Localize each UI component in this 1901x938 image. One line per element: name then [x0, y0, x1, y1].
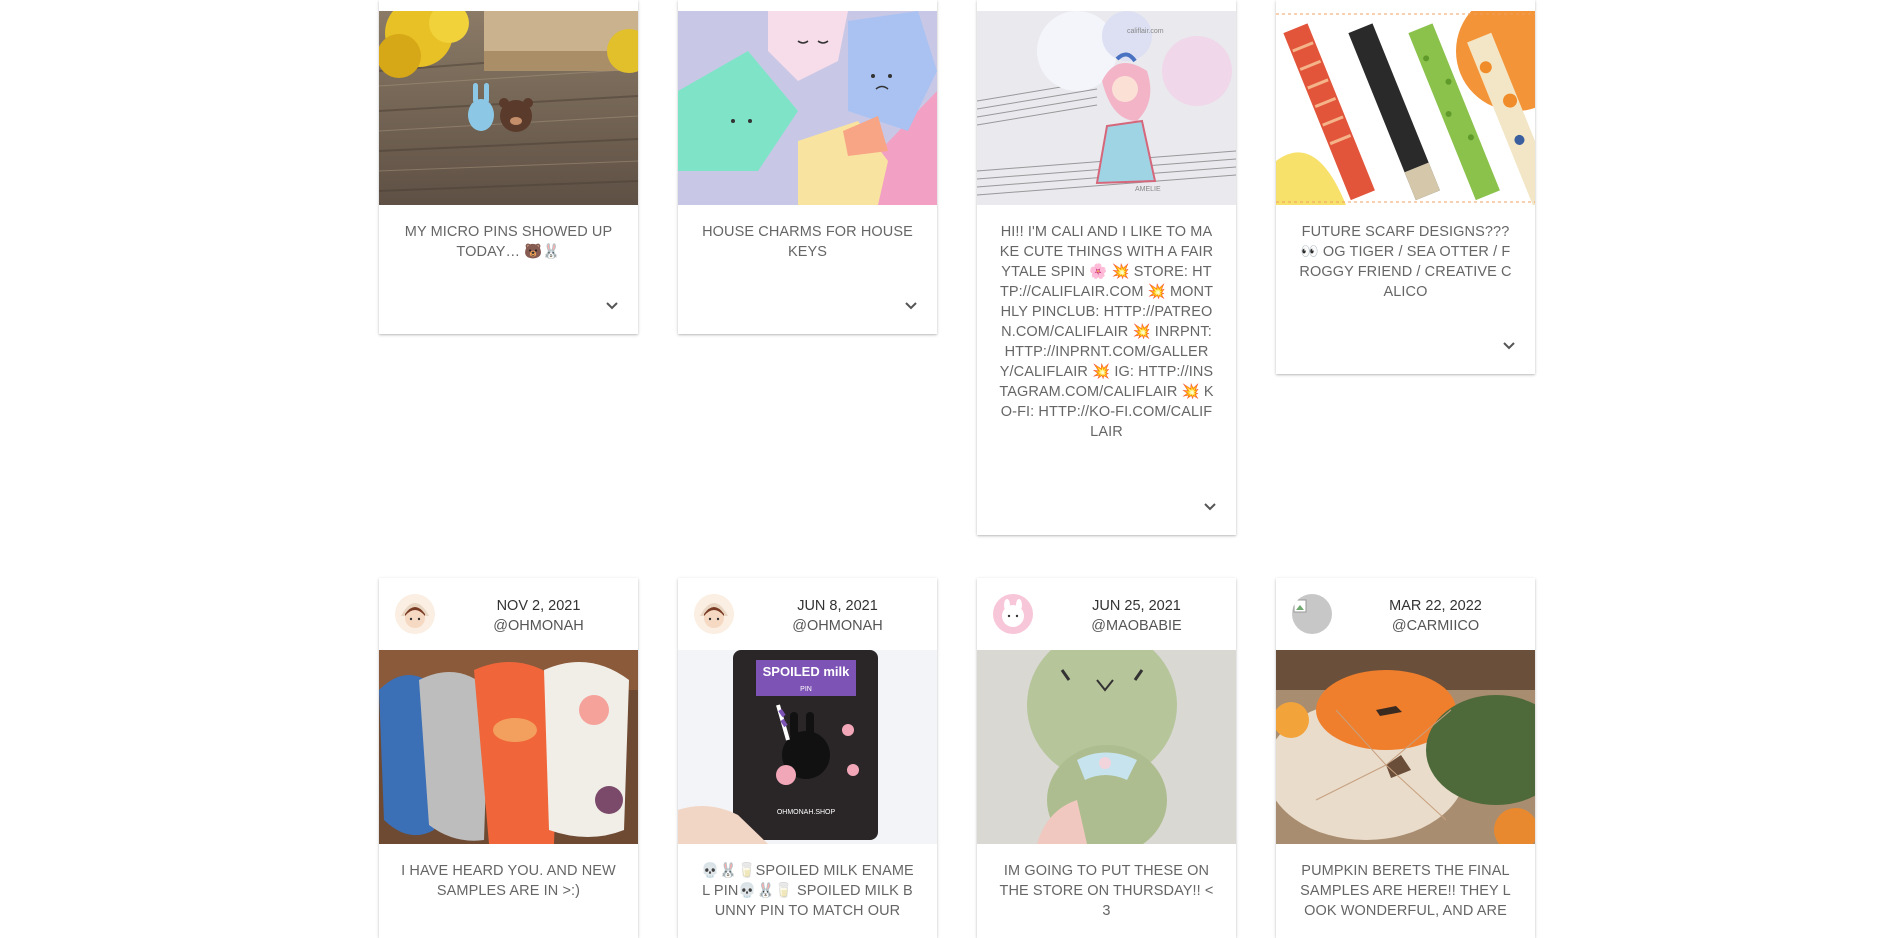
post-caption: MY MICRO PINS SHOWED UP TODAY… 🐻🐰 — [404, 224, 613, 260]
post-handle[interactable]: @CARMIICO — [1336, 616, 1535, 636]
post-header: JUN 8, 2021 @OHMONAH — [678, 578, 937, 650]
post-image[interactable] — [379, 650, 638, 844]
post-caption: IM GOING TO PUT THESE ON THE STORE ON TH… — [999, 863, 1214, 919]
post-meta: JUN 8, 2021 @OHMONAH — [738, 596, 937, 636]
post-date: JUN 8, 2021 — [797, 598, 878, 614]
post-card[interactable]: NOV 2, 2021 @OHMONAH I HAVE HEARD YOU. A… — [379, 578, 638, 938]
post-meta: MAR 22, 2022 @CARMIICO — [1336, 596, 1535, 636]
post-card[interactable]: JUN 8, 2021 @OHMONAH SPOILED milk PIN OH… — [678, 578, 937, 938]
post-image[interactable]: SPOILED milk PIN OHMONAH.SHOP — [678, 650, 937, 844]
post-card[interactable]: MY MICRO PINS SHOWED UP TODAY… 🐻🐰 — [379, 0, 638, 334]
avatar[interactable] — [993, 594, 1033, 634]
avatar[interactable] — [1292, 594, 1332, 634]
post-caption: 💀🐰🥛SPOILED MILK ENAMEL PIN💀🐰🥛 SPOILED MI… — [701, 863, 914, 919]
post-image[interactable] — [977, 650, 1236, 844]
pin-card-subtitle: PIN — [800, 686, 812, 693]
post-caption: FUTURE SCARF DESIGNS??? 👀 OG TIGER / SEA… — [1299, 224, 1512, 300]
expand-button[interactable] — [602, 296, 622, 316]
post-handle[interactable]: @MAOBABIE — [1037, 616, 1236, 636]
expand-button[interactable] — [1499, 336, 1519, 356]
image-watermark-text: califlair.com — [1127, 28, 1164, 35]
post-caption: I HAVE HEARD YOU. AND NEW SAMPLES ARE IN… — [401, 863, 616, 899]
avatar[interactable] — [395, 594, 435, 634]
post-handle[interactable]: @OHMONAH — [439, 616, 638, 636]
post-caption: HI!! I'M CALI AND I LIKE TO MAKE CUTE TH… — [999, 224, 1214, 440]
post-meta: JUN 25, 2021 @MAOBABIE — [1037, 596, 1236, 636]
chevron-down-icon — [606, 302, 618, 310]
post-header: NOV 2, 2021 @OHMONAH — [379, 578, 638, 650]
pin-card-title: SPOILED milk — [763, 664, 850, 679]
post-date: NOV 2, 2021 — [496, 598, 581, 614]
post-card[interactable]: HOUSE CHARMS FOR HOUSE KEYS — [678, 0, 937, 334]
pin-card-shop: OHMONAH.SHOP — [777, 809, 836, 816]
post-card[interactable]: JUN 25, 2021 @MAOBABIE IM GOING TO PUT T… — [977, 578, 1236, 938]
post-card[interactable]: FUTURE SCARF DESIGNS??? 👀 OG TIGER / SEA… — [1276, 0, 1535, 374]
post-caption: PUMPKIN BERETS THE FINAL SAMPLES ARE HER… — [1300, 863, 1511, 919]
post-card[interactable]: MAR 22, 2022 @CARMIICO PUMPKIN BERETS TH… — [1276, 578, 1535, 938]
expand-button[interactable] — [1200, 497, 1220, 517]
post-meta: NOV 2, 2021 @OHMONAH — [439, 596, 638, 636]
post-date: JUN 25, 2021 — [1092, 598, 1181, 614]
chevron-down-icon — [1503, 342, 1515, 350]
chevron-down-icon — [905, 302, 917, 310]
post-header: JUN 25, 2021 @MAOBABIE — [977, 578, 1236, 650]
image-label-text: AMELIE — [1135, 186, 1161, 193]
post-image[interactable] — [1276, 11, 1535, 205]
post-image[interactable]: califlair.com AMELIE — [977, 11, 1236, 205]
post-handle[interactable]: @OHMONAH — [738, 616, 937, 636]
post-caption: HOUSE CHARMS FOR HOUSE KEYS — [702, 224, 913, 260]
chevron-down-icon — [1204, 503, 1216, 511]
expand-button[interactable] — [901, 296, 921, 316]
post-date: MAR 22, 2022 — [1389, 598, 1482, 614]
post-image[interactable] — [1276, 650, 1535, 844]
post-card[interactable]: califlair.com AMELIE HI!! I'M CALI AND I… — [977, 0, 1236, 535]
post-image[interactable] — [678, 11, 937, 205]
post-header: MAR 22, 2022 @CARMIICO — [1276, 578, 1535, 650]
avatar[interactable] — [694, 594, 734, 634]
post-image[interactable] — [379, 11, 638, 205]
